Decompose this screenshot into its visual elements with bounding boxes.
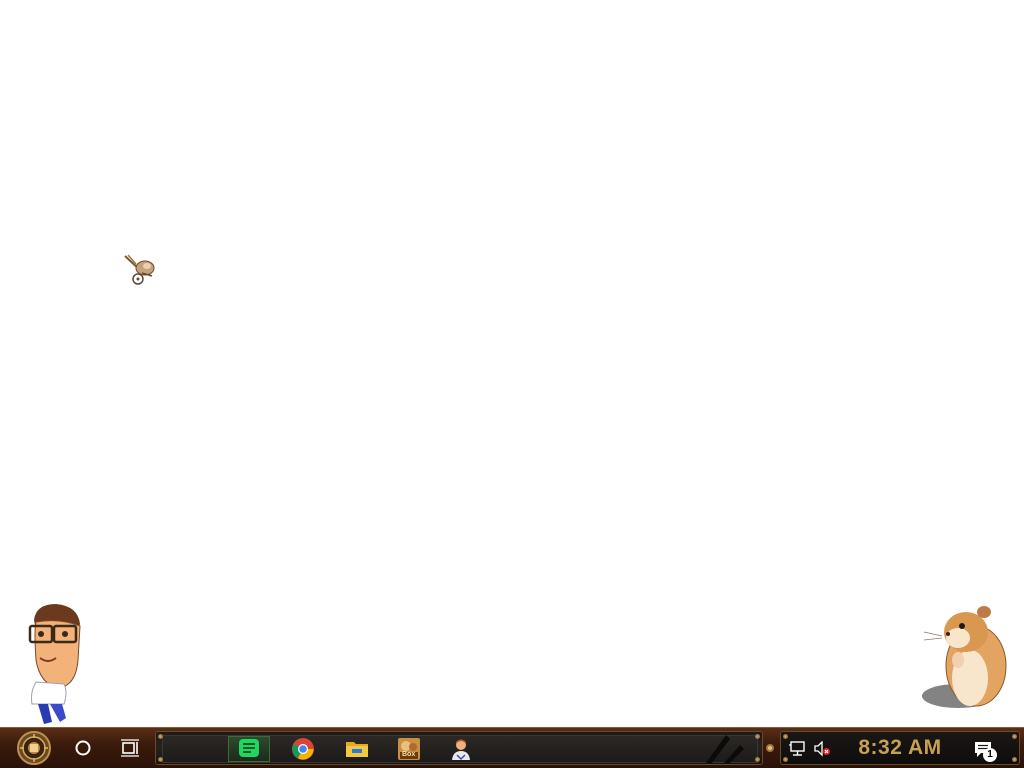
taskbar-app-chrome[interactable] — [282, 736, 324, 762]
taskbar-app-avatar[interactable] — [440, 736, 482, 762]
network-icon[interactable] — [789, 741, 807, 757]
start-button[interactable] — [8, 730, 60, 766]
task-view-icon — [121, 739, 139, 757]
airship-mascot[interactable] — [122, 252, 160, 288]
taskbar-app-notes[interactable] — [228, 736, 270, 762]
taskbar-app-game[interactable]: Box — [388, 736, 430, 762]
search-button[interactable] — [68, 732, 98, 764]
pinned-apps-panel: Box — [155, 731, 763, 765]
taskbar-app-file-explorer[interactable] — [336, 736, 378, 762]
cartoon-man-mascot[interactable] — [20, 600, 90, 728]
panel-decoration — [706, 735, 744, 763]
notes-app-icon — [239, 739, 259, 757]
notification-count-badge: 1 — [983, 748, 997, 762]
hamster-mascot[interactable] — [918, 600, 1010, 712]
chrome-icon — [292, 738, 314, 760]
task-view-button[interactable] — [114, 732, 146, 764]
file-explorer-icon — [346, 742, 368, 757]
lever-icon — [766, 744, 774, 752]
cortana-circle-icon — [75, 740, 91, 756]
volume-muted-icon[interactable] — [813, 741, 831, 757]
game-app-badge-text: Box — [402, 751, 416, 758]
taskbar-clock[interactable]: 8:32 AM — [850, 735, 950, 761]
desktop[interactable] — [0, 0, 1024, 727]
user-avatar-icon — [452, 739, 470, 761]
steampunk-clock-icon — [17, 731, 51, 765]
